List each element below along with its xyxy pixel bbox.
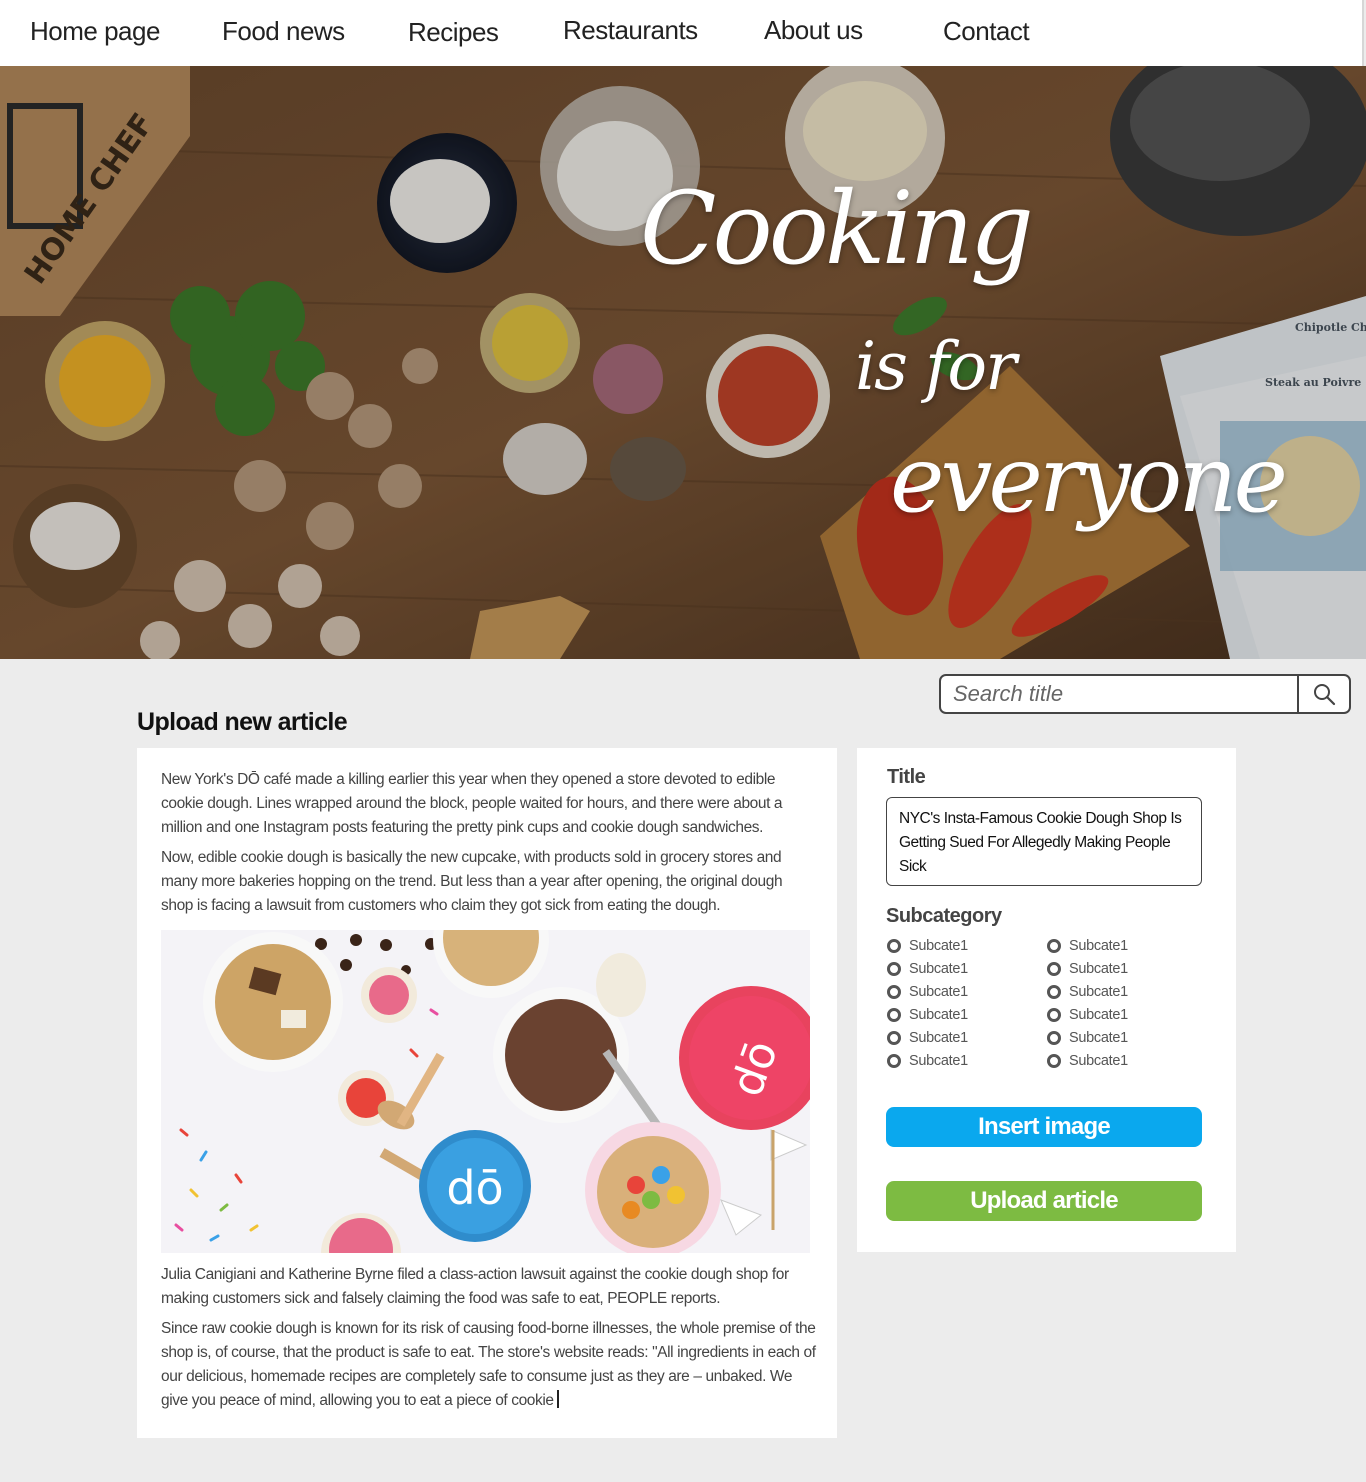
top-navigation: Home page Food news Recipes Restaurants … <box>0 0 1364 66</box>
subcategory-option-label: Subcate1 <box>1069 938 1128 954</box>
radio-circle-icon <box>1047 1031 1061 1045</box>
search-bar <box>939 674 1351 714</box>
subcategory-option-label: Subcate1 <box>909 938 968 954</box>
subcategory-option-label: Subcate1 <box>909 984 968 1000</box>
subcategory-option-label: Subcate1 <box>1069 961 1128 977</box>
insert-image-button[interactable]: Insert image <box>886 1107 1202 1147</box>
nav-item-recipes[interactable]: Recipes <box>408 17 499 48</box>
radio-circle-icon <box>887 1054 901 1068</box>
subcategory-option-label: Subcate1 <box>909 1030 968 1046</box>
subcategory-option-label: Subcate1 <box>1069 1053 1128 1069</box>
radio-circle-icon <box>887 962 901 976</box>
subcategory-radio[interactable]: Subcate1 <box>887 1030 968 1046</box>
subcategory-option-label: Subcate1 <box>1069 984 1128 1000</box>
title-field[interactable]: NYC's Insta-Famous Cookie Dough Shop Is … <box>886 797 1202 886</box>
article-image: dō dō <box>161 930 810 1253</box>
article-form: Title NYC's Insta-Famous Cookie Dough Sh… <box>857 748 1236 1252</box>
subcategory-radio[interactable]: Subcate1 <box>887 961 968 977</box>
radio-circle-icon <box>887 939 901 953</box>
upload-article-button[interactable]: Upload article <box>886 1181 1202 1221</box>
subcategory-option-label: Subcate1 <box>909 1053 968 1069</box>
hero-heading-line-3: everyone <box>890 426 1288 533</box>
nav-item-home[interactable]: Home page <box>30 16 160 47</box>
hero-heading-line-2: is for <box>855 328 1017 405</box>
subcategory-radio[interactable]: Subcate1 <box>887 938 968 954</box>
subcategory-radio[interactable]: Subcate1 <box>1047 938 1128 954</box>
radio-circle-icon <box>1047 985 1061 999</box>
subcategory-radio[interactable]: Subcate1 <box>887 1053 968 1069</box>
search-input[interactable] <box>941 676 1297 712</box>
page-title: Upload new article <box>137 708 348 736</box>
article-editor[interactable]: New York's DŌ café made a killing earlie… <box>137 748 837 1438</box>
nav-item-restaurants[interactable]: Restaurants <box>563 15 698 46</box>
subcategory-radio[interactable]: Subcate1 <box>887 1007 968 1023</box>
subcategory-option-label: Subcate1 <box>1069 1030 1128 1046</box>
blue-lid-logo: dō <box>446 1161 503 1215</box>
subcategory-option-label: Subcate1 <box>909 961 968 977</box>
subcategory-radio[interactable]: Subcate1 <box>1047 1007 1128 1023</box>
article-paragraph-2: Now, edible cookie dough is basically th… <box>161 849 783 914</box>
radio-circle-icon <box>887 1031 901 1045</box>
radio-circle-icon <box>887 985 901 999</box>
hero-banner: HOME CHEF Chipotle Ch Steak au Poivre Co… <box>0 66 1366 659</box>
search-button[interactable] <box>1297 676 1349 712</box>
article-paragraph-3: Julia Canigiani and Katherine Byrne file… <box>161 1266 789 1307</box>
radio-circle-icon <box>1047 1008 1061 1022</box>
hero-overlay <box>0 66 1366 659</box>
radio-circle-icon <box>887 1008 901 1022</box>
subcategory-radio[interactable]: Subcate1 <box>1047 1030 1128 1046</box>
subcategory-option-label: Subcate1 <box>1069 1007 1128 1023</box>
subcategory-radio[interactable]: Subcate1 <box>1047 984 1128 1000</box>
article-paragraph-1: New York's DŌ café made a killing earlie… <box>161 771 783 836</box>
nav-item-about-us[interactable]: About us <box>764 15 863 46</box>
article-paragraph-4-text: Since raw cookie dough is known for its … <box>161 1320 816 1409</box>
article-paragraph-4: Since raw cookie dough is known for its … <box>161 1317 817 1413</box>
hero-heading-line-1: Cooking <box>640 170 1034 287</box>
radio-circle-icon <box>1047 962 1061 976</box>
subcategory-radio[interactable]: Subcate1 <box>1047 961 1128 977</box>
radio-circle-icon <box>1047 939 1061 953</box>
subcategory-label: Subcategory <box>886 905 1002 927</box>
cookie-dough-photo: dō dō <box>161 930 810 1253</box>
nav-item-food-news[interactable]: Food news <box>222 16 345 47</box>
search-icon <box>1314 684 1336 706</box>
subcategory-option-label: Subcate1 <box>909 1007 968 1023</box>
radio-circle-icon <box>1047 1054 1061 1068</box>
subcategory-radio[interactable]: Subcate1 <box>1047 1053 1128 1069</box>
text-caret <box>556 1390 559 1408</box>
title-label: Title <box>887 766 926 788</box>
subcategory-radio[interactable]: Subcate1 <box>887 984 968 1000</box>
nav-item-contact[interactable]: Contact <box>943 16 1030 47</box>
